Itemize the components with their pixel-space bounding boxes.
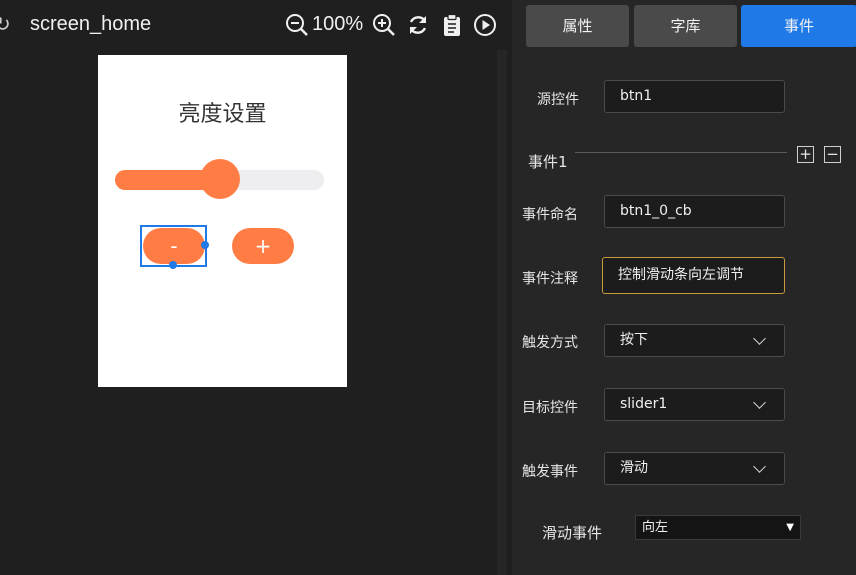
trigger-event-label: 触发事件 — [522, 464, 578, 480]
target-widget-value: slider1 — [620, 396, 668, 412]
trigger-mode-value: 按下 — [620, 332, 648, 348]
design-editor: ↻ screen_home 100% 亮度设置 - + — [0, 0, 512, 575]
event-name-label: 事件命名 — [522, 207, 578, 223]
canvas-title-label[interactable]: 亮度设置 — [98, 96, 347, 128]
remove-event-button[interactable]: − — [824, 146, 841, 163]
event-comment-label: 事件注释 — [522, 271, 578, 287]
app-window: ↻ screen_home 100% 亮度设置 - + 属性 字库 事件 源控件… — [0, 0, 856, 575]
chevron-down-icon — [753, 396, 766, 409]
chevron-down-icon — [753, 460, 766, 473]
trigger-event-value: 滑动 — [620, 460, 648, 476]
screen-title: screen_home — [30, 13, 152, 35]
tab-fonts[interactable]: 字库 — [634, 5, 737, 47]
zoom-out-icon[interactable] — [285, 13, 309, 37]
target-widget-label: 目标控件 — [522, 400, 578, 416]
slide-event-select[interactable]: 向左 ▼ — [635, 515, 801, 540]
play-icon[interactable] — [473, 13, 497, 37]
chevron-down-icon — [753, 332, 766, 345]
tab-properties[interactable]: 属性 — [526, 5, 629, 47]
source-widget-field[interactable]: btn1 — [604, 80, 785, 113]
target-widget-select[interactable]: slider1 — [604, 388, 785, 421]
toolbar: ↻ screen_home 100% — [0, 0, 512, 50]
screen-canvas[interactable]: 亮度设置 - + — [98, 55, 347, 387]
trigger-mode-label: 触发方式 — [522, 335, 578, 351]
event-name-field[interactable]: btn1_0_cb — [604, 195, 785, 228]
event-comment-field[interactable]: 控制滑动条向左调节 — [602, 257, 785, 294]
trigger-event-select[interactable]: 滑动 — [604, 452, 785, 485]
slide-event-value: 向左 — [642, 520, 669, 535]
plus-button[interactable]: + — [232, 228, 294, 264]
dropdown-arrow-icon: ▼ — [786, 522, 794, 533]
trigger-mode-select[interactable]: 按下 — [604, 324, 785, 357]
section-divider — [575, 152, 787, 153]
source-widget-label: 源控件 — [537, 92, 579, 108]
slider-knob[interactable] — [199, 159, 240, 199]
properties-panel: 属性 字库 事件 源控件 btn1 事件1 + − 事件命名 btn1_0_cb… — [512, 0, 856, 575]
sync-icon[interactable] — [406, 13, 430, 37]
add-event-button[interactable]: + — [797, 146, 814, 163]
refresh-icon[interactable]: ↻ — [0, 12, 11, 36]
zoom-in-icon[interactable] — [372, 13, 396, 37]
resize-handle-bottom[interactable] — [169, 261, 177, 269]
zoom-level: 100% — [312, 13, 364, 35]
editor-scrollbar[interactable] — [497, 50, 507, 575]
event-section-title: 事件1 — [528, 153, 568, 171]
slide-event-label: 滑动事件 — [542, 524, 603, 542]
resize-handle-right[interactable] — [201, 241, 209, 249]
clipboard-icon[interactable] — [440, 13, 464, 37]
tab-events[interactable]: 事件 — [741, 5, 856, 47]
